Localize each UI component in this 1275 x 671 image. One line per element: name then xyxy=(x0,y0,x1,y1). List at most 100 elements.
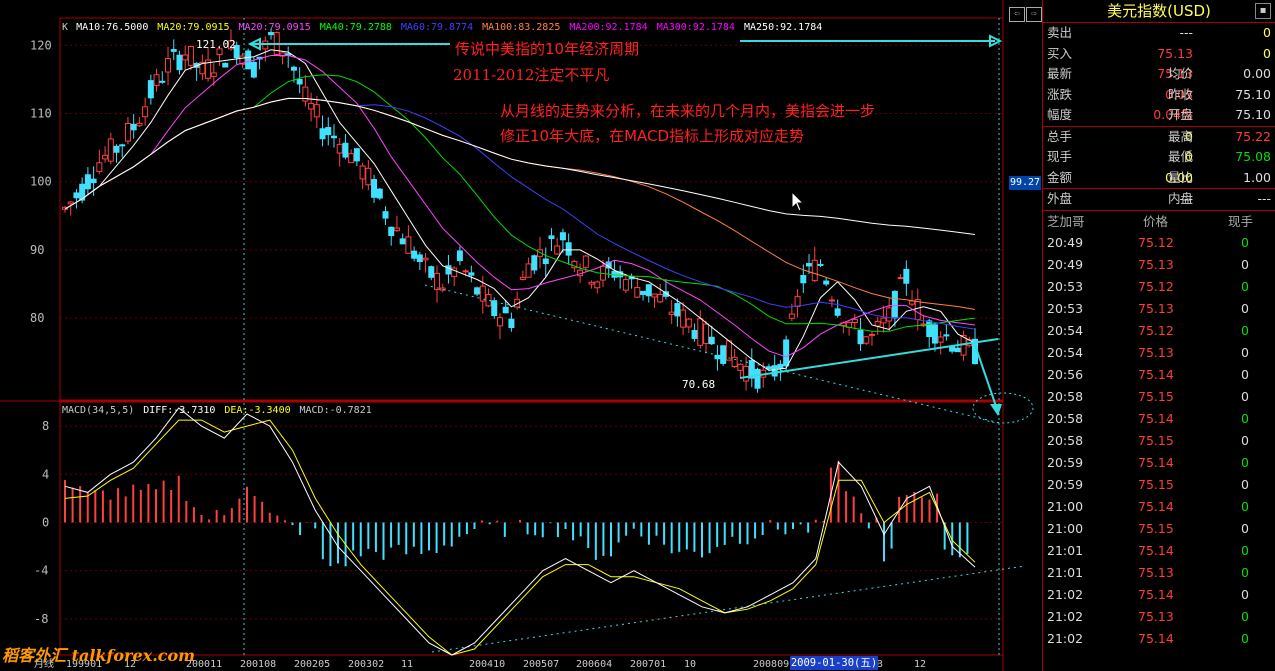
candle-body xyxy=(165,57,172,73)
tick-volume: 0 xyxy=(1241,278,1249,294)
tick-row: 20:49 75.13 0 xyxy=(1043,254,1275,276)
candle-body xyxy=(508,318,515,329)
tick-row: 20:53 75.12 0 xyxy=(1043,276,1275,298)
tick-volume: 0 xyxy=(1241,388,1249,404)
tick-time: 20:58 xyxy=(1047,388,1084,404)
ma-legend-item: MA100:83.2825 xyxy=(482,22,560,33)
current-price-tag: 99.27 xyxy=(1009,176,1041,190)
candle-body xyxy=(405,236,412,254)
high-label: 121.02 xyxy=(196,38,236,51)
x-tick-label: 12 xyxy=(914,659,926,670)
tick-volume: 0 xyxy=(1241,410,1249,426)
tick-time: 20:54 xyxy=(1047,322,1084,338)
tick-time: 20:49 xyxy=(1047,256,1084,272)
candle-body xyxy=(697,318,704,346)
quote-value: 0 xyxy=(1263,45,1271,61)
candle-body xyxy=(290,66,297,71)
tick-volume: 0 xyxy=(1241,630,1249,646)
candle-body xyxy=(680,309,687,328)
macd-panel-frame xyxy=(59,401,1004,656)
candle-body xyxy=(119,144,126,147)
macd-legend-item: MACD(34,5,5) xyxy=(62,405,134,416)
tick-time: 21:01 xyxy=(1047,564,1084,580)
candle-body xyxy=(245,50,252,70)
tick-time: 21:02 xyxy=(1047,586,1084,602)
x-tick-label: 200410 xyxy=(469,659,505,670)
tick-price: 75.14 xyxy=(1138,630,1174,646)
macd-y-tick-label: -4 xyxy=(34,564,48,578)
annotation-analysis-1: 从月线的走势来分析，在未来的几个月内，美指会进一步 xyxy=(500,102,876,120)
tick-time: 21:01 xyxy=(1047,542,1084,558)
tick-volume: 0 xyxy=(1241,322,1249,338)
ma-legend-item: MA20:79.0915 xyxy=(157,22,229,33)
tick-price: 75.14 xyxy=(1138,498,1174,514)
quote-label: 现手 xyxy=(1047,149,1073,164)
candle-body xyxy=(685,318,692,328)
quote-title: 美元指数(USD) ▪ xyxy=(1043,0,1275,23)
watermark-logo: 稻客外汇 talkforex.com xyxy=(2,646,196,665)
candle-body xyxy=(720,345,727,364)
macd-y-tick-label: -8 xyxy=(34,612,48,626)
tick-time: 20:54 xyxy=(1047,344,1084,360)
tick-price: 75.12 xyxy=(1138,278,1174,294)
quote-label: 最新 xyxy=(1047,66,1073,81)
candle-body xyxy=(182,54,189,61)
candle-body xyxy=(931,324,938,344)
candle-body xyxy=(714,354,721,360)
y-tick-label: 110 xyxy=(30,107,52,121)
cursor-date-tag: 2009-01-30(五) xyxy=(790,656,878,670)
forecast-arrow-head-icon xyxy=(990,404,1002,416)
tick-time: 21:02 xyxy=(1047,608,1084,624)
tick-price: 75.15 xyxy=(1138,432,1174,448)
tick-price: 75.14 xyxy=(1138,542,1174,558)
candle-body xyxy=(891,290,898,319)
candle-body xyxy=(210,72,217,77)
macd-legend-item: DIFF:-3.7310 xyxy=(143,405,215,416)
tick-time: 20:59 xyxy=(1047,454,1084,470)
tick-volume: 0 xyxy=(1241,564,1249,580)
quote-label: 总手 xyxy=(1047,128,1073,144)
tick-price: 75.12 xyxy=(1138,322,1174,338)
annotation-cycle-years: 2011-2012注定不平凡 xyxy=(453,66,610,84)
candle-body xyxy=(634,287,641,298)
quote-value: 75.22 xyxy=(1235,128,1271,144)
candle-body xyxy=(159,80,166,83)
next-arrow-icon[interactable]: ⇨ xyxy=(1026,7,1042,22)
candle-body xyxy=(674,303,681,317)
annotation-cycle-title: 传说中美指的10年经济周期 xyxy=(455,40,640,58)
ticks-header: 芝加哥 价格 现手 xyxy=(1043,209,1275,232)
candle-body xyxy=(794,296,801,307)
candle-body xyxy=(903,268,910,284)
tick-volume: 0 xyxy=(1241,344,1249,360)
candle-body xyxy=(336,143,343,154)
x-tick-label: 200604 xyxy=(576,659,612,670)
tick-time: 20:56 xyxy=(1047,366,1084,382)
tick-price: 75.12 xyxy=(1138,234,1174,250)
tick-row: 20:59 75.15 0 xyxy=(1043,474,1275,496)
candle-body xyxy=(525,263,532,278)
macd-y-tick-label: 0 xyxy=(42,515,49,529)
tick-time: 21:02 xyxy=(1047,630,1084,646)
annotation-analysis-2: 修正10年大底，在MACD指标上形成对应走势 xyxy=(500,127,805,145)
y-tick-label: 100 xyxy=(30,175,52,189)
candle-body xyxy=(645,284,652,297)
candle-body xyxy=(342,142,349,158)
close-icon[interactable]: ▪ xyxy=(1255,3,1271,19)
tick-row: 20:54 75.13 0 xyxy=(1043,342,1275,364)
diff-line xyxy=(64,407,976,656)
prev-arrow-icon[interactable]: ⇦ xyxy=(1009,7,1025,22)
chart-area[interactable]: 80 90 100 110 120 -8 -4 0 4 8 K MA10:76.5000 MA20:79… xyxy=(0,0,1042,671)
candle-body xyxy=(250,61,257,78)
candle-body xyxy=(130,123,137,131)
quote-label: 内盘 xyxy=(1168,191,1194,206)
tick-price: 75.14 xyxy=(1138,454,1174,470)
candle-body xyxy=(176,54,183,71)
tick-volume: 0 xyxy=(1241,520,1249,536)
candle-body xyxy=(416,254,423,263)
candle-body xyxy=(754,368,761,389)
tick-row: 21:02 75.13 0 xyxy=(1043,606,1275,628)
tick-price: 75.13 xyxy=(1138,564,1174,580)
candle-body xyxy=(548,235,555,240)
candle-body xyxy=(874,321,881,327)
tick-volume: 0 xyxy=(1241,454,1249,470)
